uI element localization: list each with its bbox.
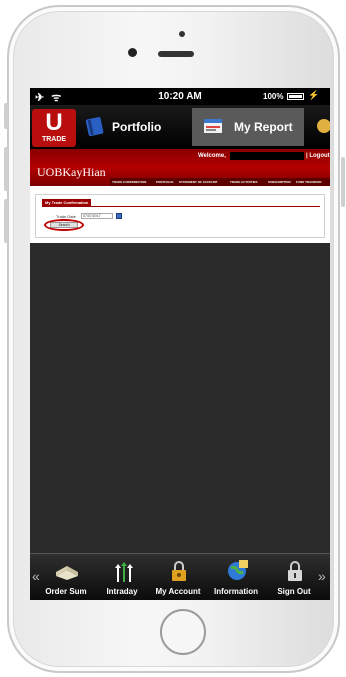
- volume-down-button: [4, 199, 8, 243]
- charging-icon: ⚡: [308, 90, 320, 100]
- menu-statement[interactable]: STATEMENT OF ACCOUNT: [179, 180, 218, 184]
- report-icon: [204, 119, 222, 133]
- tab-portfolio-label: Portfolio: [112, 120, 162, 134]
- sign-out-icon: [288, 561, 302, 581]
- toolbar-intraday-label: Intraday: [106, 587, 138, 596]
- logo-text: TRADE: [41, 136, 67, 143]
- logout-link[interactable]: | Logout: [306, 153, 330, 159]
- panel-divider: [42, 206, 320, 207]
- toolbar-next-arrow[interactable]: »: [318, 568, 326, 584]
- intraday-icon: [115, 562, 133, 582]
- information-icon: [228, 560, 248, 580]
- toolbar-information[interactable]: Information: [206, 558, 266, 598]
- trade-confirmation-panel: My Trade Confirmation Trade Date 07/07/2…: [35, 194, 325, 238]
- status-bar: ✈ ᯤ 10:20 AM 100% ⚡: [30, 88, 330, 105]
- home-button[interactable]: [160, 609, 206, 655]
- menu-fund-transfer[interactable]: FUND TRANSFER: [296, 180, 322, 184]
- toolbar-my-account[interactable]: My Account: [148, 558, 208, 598]
- menu-trade-confirmation[interactable]: TRADE CONFIRMATION: [112, 180, 146, 184]
- notebook-icon: [85, 117, 104, 136]
- tab-more[interactable]: [310, 108, 330, 146]
- more-icon: [317, 119, 330, 133]
- calendar-icon[interactable]: [116, 213, 122, 219]
- toolbar-sign-out-label: Sign Out: [277, 587, 311, 596]
- panel-title: My Trade Confirmation: [42, 199, 92, 206]
- toolbar-information-label: Information: [214, 587, 258, 596]
- earpiece-speaker: [158, 51, 194, 57]
- highlight-circle: [44, 219, 84, 231]
- menu-portfolio[interactable]: PORTFOLIO: [156, 180, 174, 184]
- bottom-toolbar: « Order Sum Intraday My Account Informat…: [30, 553, 330, 600]
- tab-portfolio[interactable]: Portfolio: [80, 108, 188, 146]
- battery-percent: 100%: [263, 92, 284, 101]
- toolbar-order-sum[interactable]: Order Sum: [36, 558, 96, 598]
- power-button: [341, 157, 345, 207]
- menu-subscription[interactable]: SUBSCRIPTION: [268, 180, 291, 184]
- web-content: My Trade Confirmation Trade Date 07/07/2…: [30, 186, 330, 243]
- web-menu-bar: TRADE CONFIRMATION PORTFOLIO STATEMENT O…: [110, 178, 330, 186]
- toolbar-my-account-label: My Account: [155, 587, 201, 596]
- toolbar-sign-out[interactable]: Sign Out: [264, 558, 324, 598]
- app-screen: ✈ ᯤ 10:20 AM 100% ⚡ U TRADE Portfolio My: [30, 88, 330, 600]
- app-top-nav: U TRADE Portfolio My Report: [30, 105, 330, 149]
- status-time: 10:20 AM: [158, 91, 202, 102]
- logo-letter: U: [45, 109, 63, 136]
- brand-logo: UOBKayHian: [37, 165, 106, 179]
- battery-icon: [287, 93, 304, 100]
- mute-switch: [4, 103, 8, 129]
- tab-my-report[interactable]: My Report: [192, 108, 304, 146]
- sensor-dot: [179, 31, 185, 37]
- tab-my-report-label: My Report: [234, 120, 293, 134]
- volume-up-button: [4, 147, 8, 191]
- welcome-text: Welcome,: [198, 153, 226, 159]
- web-header: UOBKayHian Welcome, | Logout TRADE CONFI…: [30, 149, 330, 186]
- utrade-logo[interactable]: U TRADE: [32, 109, 76, 147]
- toolbar-intraday[interactable]: Intraday: [92, 558, 152, 598]
- my-account-icon: [172, 561, 186, 581]
- trade-date-input[interactable]: 07/07/2017: [81, 213, 113, 219]
- toolbar-order-sum-label: Order Sum: [45, 587, 87, 596]
- redacted-username: [230, 152, 304, 160]
- menu-trade-activities[interactable]: TRADE ACTIVITIES: [230, 180, 258, 184]
- order-summary-icon: [56, 566, 78, 580]
- front-camera: [128, 48, 137, 57]
